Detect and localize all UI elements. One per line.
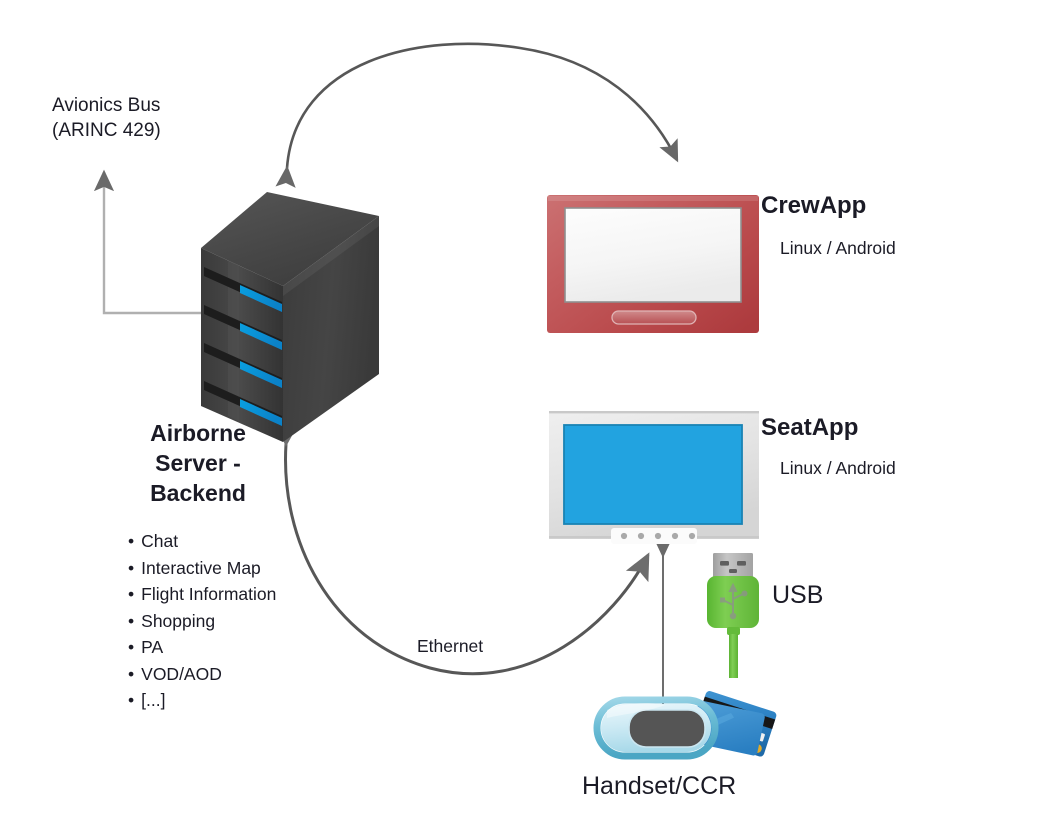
seatapp-subtitle: Linux / Android xyxy=(780,458,896,478)
bullet-icon: • xyxy=(128,584,135,604)
feature-label: Flight Information xyxy=(141,584,277,604)
feature-label: [...] xyxy=(141,690,166,710)
bullet-icon: • xyxy=(128,531,135,551)
list-item: • [...] xyxy=(128,687,276,714)
server-title: Airborne Server - Backend xyxy=(150,420,246,506)
handset-shell xyxy=(593,696,719,760)
crewapp-subtitle: Linux / Android xyxy=(780,238,896,258)
feature-label: Chat xyxy=(141,531,179,551)
seatapp-button xyxy=(671,532,679,540)
bullet-icon: • xyxy=(128,663,135,684)
crewapp-title: CrewApp xyxy=(761,192,867,219)
feature-label: PA xyxy=(141,637,164,657)
seatapp-button-strip[interactable] xyxy=(611,528,697,544)
diagram-canvas: Avionics Bus (ARINC 429) Airborne Server… xyxy=(0,0,1060,830)
airborne-server-icon[interactable] xyxy=(183,178,393,458)
server-feature-list: • Chat • Interactive Map • Flight Informati… xyxy=(128,528,276,714)
list-item: • Chat xyxy=(128,528,276,555)
list-item: • PA xyxy=(128,634,276,661)
bullet-icon: • xyxy=(128,557,135,578)
seatapp-title: SeatApp xyxy=(761,414,859,441)
handset-ccr-icon xyxy=(593,686,795,764)
seatapp-button xyxy=(620,532,628,540)
usb-label: USB xyxy=(772,581,824,609)
usb-connector-icon xyxy=(700,552,772,680)
seatapp-button xyxy=(654,532,662,540)
list-item: • Interactive Map xyxy=(128,555,276,582)
server-crewapp-connector xyxy=(275,42,679,188)
list-item: • Shopping xyxy=(128,608,276,635)
list-item: • VOD/AOD xyxy=(128,661,276,688)
seatapp-device-icon[interactable] xyxy=(548,410,760,552)
list-item: • Flight Information xyxy=(128,581,276,608)
feature-label: VOD/AOD xyxy=(141,663,222,684)
bullet-icon: • xyxy=(128,637,135,657)
ethernet-label: Ethernet xyxy=(417,636,484,656)
seatapp-button xyxy=(637,532,645,540)
bullet-icon: • xyxy=(128,690,135,710)
crewapp-device-icon[interactable] xyxy=(546,194,761,336)
handset-ccr-label: Handset/CCR xyxy=(582,772,737,800)
seatapp-button xyxy=(688,532,696,540)
feature-label: Shopping xyxy=(141,610,216,631)
feature-label: Interactive Map xyxy=(141,557,261,578)
bullet-icon: • xyxy=(128,610,135,631)
handset-swipe-pad xyxy=(628,709,706,748)
avionics-bus-label: Avionics Bus (ARINC 429) xyxy=(52,95,161,141)
